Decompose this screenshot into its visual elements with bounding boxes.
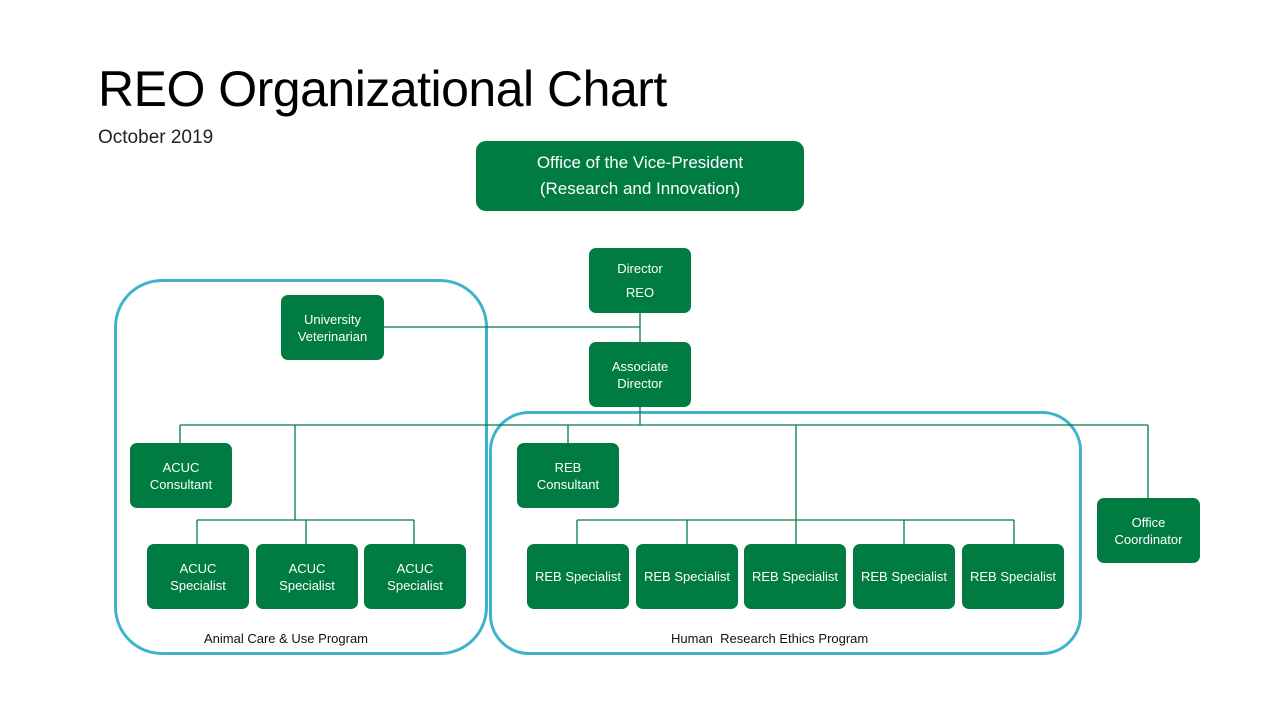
group-label-animal-care: Animal Care & Use Program [204,631,368,646]
node-acuc-consultant[interactable]: ACUC Consultant [130,443,232,508]
node-office-coordinator[interactable]: Office Coordinator [1097,498,1200,563]
node-director[interactable]: Director REO [589,248,691,313]
node-reb-specialist-2[interactable]: REB Specialist [636,544,738,609]
node-reb-consultant[interactable]: REB Consultant [517,443,619,508]
node-reb-specialist-1[interactable]: REB Specialist [527,544,629,609]
node-acuc-specialist-1[interactable]: ACUC Specialist [147,544,249,609]
node-university-veterinarian[interactable]: University Veterinarian [281,295,384,360]
node-reb-specialist-4[interactable]: REB Specialist [853,544,955,609]
node-acuc-specialist-2[interactable]: ACUC Specialist [256,544,358,609]
node-associate-director[interactable]: Associate Director [589,342,691,407]
node-reb-specialist-3[interactable]: REB Specialist [744,544,846,609]
node-vp-office[interactable]: Office of the Vice-President (Research a… [476,141,804,211]
group-label-human-research: Human Research Ethics Program [671,631,869,646]
node-reb-specialist-5[interactable]: REB Specialist [962,544,1064,609]
node-acuc-specialist-3[interactable]: ACUC Specialist [364,544,466,609]
